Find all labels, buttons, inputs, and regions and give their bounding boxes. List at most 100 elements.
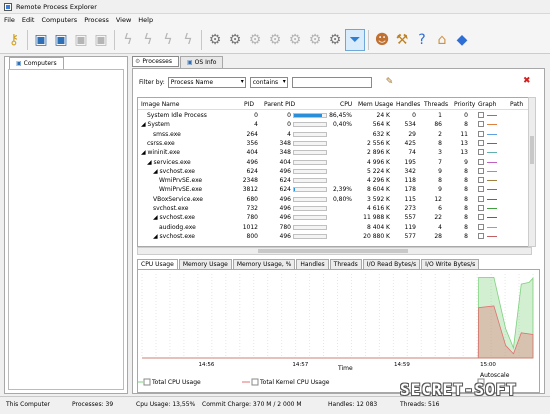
computer-remove-icon[interactable]: ▣ <box>51 29 71 51</box>
total-kernel-checkbox[interactable] <box>251 378 259 386</box>
process-priority: 8 <box>464 232 468 240</box>
tab-threads[interactable]: Threads <box>329 259 362 269</box>
tab-computers[interactable]: ▣ Computers <box>9 57 64 69</box>
table-row[interactable]: svchost.exe 732 496 4 616 K 273 6 8 <box>138 204 531 213</box>
menu-view[interactable]: View <box>116 16 131 24</box>
menu-file[interactable]: File <box>4 16 15 24</box>
col-parent-pid[interactable]: Parent PID <box>264 101 295 108</box>
col-cpu[interactable]: CPU <box>340 101 352 108</box>
process-pid: 404 <box>246 149 258 157</box>
hscroll-thumb[interactable] <box>258 249 408 253</box>
help-icon[interactable]: ? <box>412 29 432 51</box>
table-hscrollbar[interactable] <box>137 247 532 255</box>
diamond-icon[interactable]: ◆ <box>452 29 472 51</box>
col-mem-usage[interactable]: Mem Usage <box>358 101 393 108</box>
table-row[interactable]: csrss.exe 356 348 2 556 K 425 8 13 <box>138 139 531 148</box>
gear-icon[interactable]: ⚙ <box>245 29 265 51</box>
filter-field-select[interactable]: Process Name ▾ <box>167 76 246 88</box>
process-cpu: 2,39% <box>332 186 352 194</box>
graph-checkbox[interactable] <box>478 130 484 137</box>
vscroll-thumb[interactable] <box>530 136 534 164</box>
menu-process[interactable]: Process <box>84 16 109 24</box>
table-row[interactable]: System Idle Process 0 0 86,45% 24 K 0 1 0 <box>138 111 531 120</box>
table-row[interactable]: ◢ services.exe 496 404 4 996 K 195 7 9 <box>138 158 531 167</box>
graph-checkbox[interactable] <box>478 195 484 202</box>
computer-disabled-icon[interactable]: ▣ <box>91 29 111 51</box>
graph-color-line <box>487 161 497 163</box>
tab-memory-usage[interactable]: Memory Usage <box>178 259 232 269</box>
col-path[interactable]: Path <box>510 101 523 108</box>
table-vscrollbar[interactable] <box>528 97 536 247</box>
filter-icon[interactable]: ⏷ <box>345 28 365 51</box>
graph-checkbox[interactable] <box>478 177 484 184</box>
computers-list[interactable] <box>8 69 124 390</box>
table-row[interactable]: WmiPrvSE.exe 2348 624 4 296 K 118 8 8 <box>138 176 531 185</box>
menu-edit[interactable]: Edit <box>22 16 35 24</box>
tab-os-info[interactable]: ▣ OS Info <box>179 56 224 68</box>
table-row[interactable]: ◢ System 4 0 0,40% 564 K 534 86 8 <box>138 120 531 129</box>
run-icon[interactable]: ϟ <box>138 29 158 51</box>
process-parent-pid: 496 <box>279 214 291 222</box>
process-pid: 732 <box>246 205 258 212</box>
graph-checkbox[interactable] <box>478 214 484 221</box>
tab-handles[interactable]: Handles <box>296 259 329 269</box>
close-filter-icon[interactable]: ✖ <box>523 76 531 86</box>
process-handles: 195 <box>404 158 416 166</box>
graph-checkbox[interactable] <box>478 158 484 165</box>
filter-value-input[interactable] <box>291 76 372 88</box>
process-priority: 0 <box>464 112 468 119</box>
tab-io-write[interactable]: I/O Write Bytes/s <box>421 259 480 269</box>
total-cpu-checkbox[interactable] <box>143 378 151 386</box>
graph-color-line <box>487 189 497 191</box>
graph-checkbox[interactable] <box>478 167 484 174</box>
process-parent-pid: 0 <box>287 121 291 129</box>
col-handles[interactable]: Handles <box>396 101 420 108</box>
computer-add-icon[interactable]: ▣ <box>31 29 51 51</box>
brush-icon[interactable]: ✎ <box>386 77 394 87</box>
lightning-icon[interactable]: ϟ <box>118 29 138 51</box>
table-row[interactable]: audiodg.exe 1012 780 8 404 K 119 4 8 <box>138 223 531 232</box>
home-icon[interactable]: ⌂ <box>432 29 452 51</box>
gear-icon[interactable]: ⚙ <box>265 29 285 51</box>
graph-checkbox[interactable] <box>478 149 484 156</box>
table-row[interactable]: WmiPrvSE.exe 3812 624 2,39% 8 604 K 178 9 8 <box>138 185 531 194</box>
col-pid[interactable]: PID <box>244 101 254 108</box>
col-image-name[interactable]: Image Name <box>141 101 179 108</box>
col-graph[interactable]: Graph <box>478 101 496 108</box>
tab-processes[interactable]: ⚙ Processes <box>132 56 179 67</box>
gear-icon[interactable]: ⚙ <box>285 29 305 51</box>
graph-checkbox[interactable] <box>478 139 484 146</box>
computer-disabled-icon[interactable]: ▣ <box>71 29 91 51</box>
tab-memory-usage-percent[interactable]: Memory Usage, % <box>232 259 296 269</box>
table-row[interactable]: ◢ wininit.exe 404 348 2 896 K 74 3 13 <box>138 148 531 157</box>
table-row[interactable]: smss.exe 264 4 632 K 29 2 11 <box>138 130 531 139</box>
key-icon[interactable]: ⚷ <box>4 29 24 51</box>
run-icon[interactable]: ϟ <box>178 29 198 51</box>
col-threads[interactable]: Threads <box>424 101 448 108</box>
gear-icon[interactable]: ⚙ <box>205 29 225 51</box>
users-icon[interactable]: ☻ <box>372 29 392 51</box>
graph-checkbox[interactable] <box>478 205 484 211</box>
tab-cpu-usage[interactable]: CPU Usage <box>137 259 178 269</box>
run-icon[interactable]: ϟ <box>158 29 178 51</box>
filter-operator-select[interactable]: contains ▾ <box>249 76 288 88</box>
gear-icon[interactable]: ⚙ <box>225 29 245 51</box>
graph-checkbox[interactable] <box>478 186 484 193</box>
process-name: svchost.exe <box>153 205 189 212</box>
gear-icon[interactable]: ⚙ <box>305 29 325 51</box>
menu-computers[interactable]: Computers <box>41 16 77 24</box>
wrench-icon[interactable]: ⚒ <box>392 29 412 51</box>
menu-help[interactable]: Help <box>138 16 153 24</box>
tab-io-read[interactable]: I/O Read Bytes/s <box>362 259 421 269</box>
graph-checkbox[interactable] <box>478 232 484 239</box>
table-row[interactable]: VBoxService.exe 680 496 0,80% 3 592 K 115 12 8 <box>138 195 531 204</box>
graph-checkbox[interactable] <box>478 121 484 128</box>
table-row[interactable]: ◢ svchost.exe 780 496 11 988 K 557 22 8 <box>138 213 531 222</box>
graph-checkbox[interactable] <box>478 223 484 230</box>
gear-icon[interactable]: ⚙ <box>325 29 345 51</box>
graph-checkbox[interactable] <box>478 112 484 118</box>
col-priority[interactable]: Priority <box>454 101 475 108</box>
chart-x-tick: 14:59 <box>394 362 410 368</box>
table-row[interactable]: ◢ svchost.exe 800 496 20 880 K 577 28 8 <box>138 232 531 241</box>
table-row[interactable]: ◢ svchost.exe 624 496 5 224 K 342 9 8 <box>138 167 531 176</box>
